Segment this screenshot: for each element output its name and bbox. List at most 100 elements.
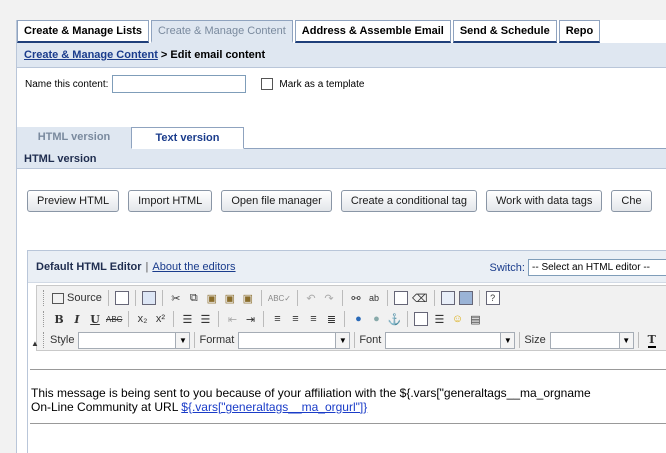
about-editors-link[interactable]: About the editors — [152, 261, 235, 273]
remove-format-button[interactable]: ⌫ — [410, 289, 430, 307]
chevron-down-icon: ▼ — [618, 332, 633, 348]
align-center-button[interactable]: ≡ — [286, 310, 304, 328]
table-button[interactable] — [412, 310, 430, 328]
size-select[interactable]: ▼ — [549, 331, 634, 349]
editor-toolbar: Source ✂ ⧉ ▣ ▣ ▣ ABC✓ ↶ ↷ ⚯ ab ⌫ ? B I U… — [31, 285, 666, 351]
work-with-data-tags-button[interactable]: Work with data tags — [486, 190, 603, 212]
tab-reports[interactable]: Repo — [558, 20, 601, 43]
image-icon — [458, 291, 473, 305]
style-select[interactable]: ▼ — [78, 331, 191, 349]
help-icon: ? — [485, 291, 500, 305]
toolbar-separator — [107, 290, 109, 306]
align-left-icon: ≡ — [274, 313, 281, 325]
cut-button[interactable]: ✂ — [167, 289, 185, 307]
toolbar-separator — [134, 290, 136, 306]
toolbar-grip — [43, 332, 47, 348]
superscript-button[interactable]: x² — [151, 310, 169, 328]
unlink-button[interactable]: ● — [367, 310, 385, 328]
smiley-button[interactable]: ☺ — [448, 310, 466, 328]
check-button[interactable]: Che — [611, 190, 652, 212]
bulleted-list-button[interactable]: ☰ — [196, 310, 214, 328]
bold-button[interactable]: B — [50, 310, 68, 328]
copy-button[interactable]: ⧉ — [185, 289, 203, 307]
horizontal-rule-button[interactable]: ☰ — [430, 310, 448, 328]
underline-button[interactable]: U — [86, 310, 104, 328]
replace-button[interactable]: ab — [365, 289, 383, 307]
format-combo[interactable]: Format ▼ — [199, 331, 351, 349]
new-page-button[interactable] — [113, 289, 131, 307]
image-button[interactable] — [457, 289, 475, 307]
binoculars-icon: ⚯ — [351, 292, 361, 305]
tab-address-assemble-email[interactable]: Address & Assemble Email — [294, 20, 451, 43]
align-right-button[interactable]: ≡ — [304, 310, 322, 328]
align-justify-button[interactable]: ≣ — [322, 310, 340, 328]
paste-button[interactable]: ▣ — [203, 289, 221, 307]
copy-icon: ⧉ — [189, 291, 198, 304]
special-char-button[interactable]: ▤ — [466, 310, 484, 328]
redo-button[interactable]: ↷ — [320, 289, 338, 307]
outdent-button[interactable]: ⇤ — [223, 310, 241, 328]
format-label: Format — [199, 334, 235, 346]
style-label: Style — [50, 334, 75, 346]
select-all-button[interactable] — [392, 289, 410, 307]
format-select[interactable]: ▼ — [238, 331, 351, 349]
template-label: Mark as a template — [279, 78, 365, 90]
chevron-down-icon: ▼ — [335, 332, 350, 348]
form-button[interactable] — [439, 289, 457, 307]
toolbar-separator — [218, 311, 220, 327]
toolbar-separator — [297, 290, 299, 306]
paste-text-button[interactable]: ▣ — [221, 289, 239, 307]
paste-word-button[interactable]: ▣ — [239, 289, 257, 307]
italic-button[interactable]: I — [68, 310, 86, 328]
editor-content[interactable]: This message is being sent to you becaus… — [30, 369, 666, 414]
create-conditional-tag-button[interactable]: Create a conditional tag — [340, 190, 477, 212]
breadcrumb-link[interactable]: Create & Manage Content — [24, 49, 158, 61]
font-select[interactable]: ▼ — [385, 331, 516, 349]
html-editor: Default HTML Editor | About the editors … — [27, 250, 666, 453]
unlink-icon: ● — [373, 313, 380, 325]
redo-icon: ↷ — [324, 292, 334, 305]
tab-create-manage-content[interactable]: Create & Manage Content — [150, 20, 293, 43]
tab-html-version[interactable]: HTML version — [17, 127, 131, 149]
font-combo[interactable]: Font ▼ — [359, 331, 516, 349]
app-frame: Create & Manage Lists Create & Manage Co… — [16, 20, 666, 453]
content-name-input[interactable] — [112, 75, 247, 93]
smiley-icon: ☺ — [451, 313, 464, 325]
bulleted-list-icon: ☰ — [200, 313, 211, 326]
source-label: Source — [67, 292, 102, 304]
numbered-list-button[interactable]: ☰ — [178, 310, 196, 328]
preview-html-button[interactable]: Preview HTML — [27, 190, 120, 212]
spellcheck-button[interactable]: ABC✓ — [266, 289, 293, 307]
anchor-button[interactable]: ⚓ — [385, 310, 403, 328]
editor-select[interactable]: -- Select an HTML editor -- — [528, 259, 666, 276]
tab-create-manage-lists[interactable]: Create & Manage Lists — [17, 20, 149, 43]
template-checkbox[interactable] — [261, 78, 274, 90]
special-char-icon: ▤ — [470, 313, 481, 326]
size-combo[interactable]: Size ▼ — [524, 331, 634, 349]
name-row: Name this content: Mark as a template — [17, 68, 666, 100]
tab-text-version[interactable]: Text version — [131, 127, 244, 149]
toolbar-separator — [194, 332, 196, 348]
import-html-button[interactable]: Import HTML — [128, 190, 213, 212]
find-button[interactable]: ⚯ — [347, 289, 365, 307]
tab-send-schedule[interactable]: Send & Schedule — [452, 20, 557, 43]
toolbar-collapse-icon[interactable]: ▲ — [31, 339, 39, 348]
subscript-button[interactable]: x₂ — [133, 310, 151, 328]
toolbar-separator — [128, 311, 130, 327]
action-buttons: Preview HTML Import HTML Open file manag… — [27, 190, 661, 212]
help-button[interactable]: ? — [484, 289, 502, 307]
indent-button[interactable]: ⇥ — [241, 310, 259, 328]
chevron-down-icon: ▼ — [500, 332, 515, 348]
link-button[interactable]: ● — [349, 310, 367, 328]
align-left-button[interactable]: ≡ — [268, 310, 286, 328]
horizontal-rule-icon: ☰ — [434, 313, 445, 326]
templates-button[interactable] — [140, 289, 158, 307]
text-color-button[interactable]: T — [643, 331, 661, 349]
style-combo[interactable]: Style ▼ — [50, 331, 191, 349]
strikethrough-button[interactable]: ABC — [104, 310, 124, 328]
org-url-link[interactable]: ${.vars["generaltags__ma_orgurl"]} — [181, 400, 367, 414]
paste-text-icon: ▣ — [224, 292, 236, 305]
undo-button[interactable]: ↶ — [302, 289, 320, 307]
source-button[interactable]: Source — [50, 289, 104, 307]
open-file-manager-button[interactable]: Open file manager — [221, 190, 332, 212]
